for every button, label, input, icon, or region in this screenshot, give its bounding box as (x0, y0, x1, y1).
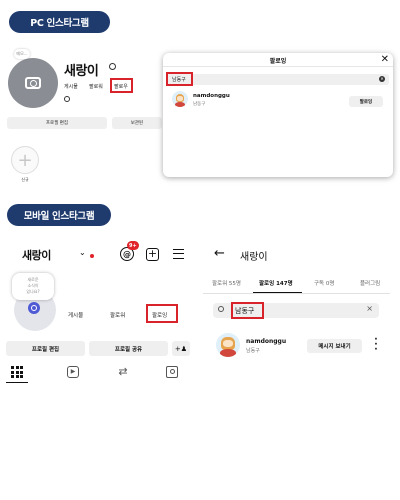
result-username[interactable]: namdonggu (246, 338, 286, 345)
profile-username[interactable]: 새랑이 (22, 247, 51, 263)
clear-icon[interactable]: × (366, 304, 373, 313)
highlight-box (146, 304, 178, 323)
stat-posts[interactable]: 게시물 (64, 83, 78, 90)
avatar[interactable] (216, 333, 240, 357)
tab-more[interactable]: 플러그림 (360, 279, 380, 287)
note-line: 있나요? (26, 289, 40, 294)
notification-dot (90, 254, 94, 258)
clear-icon[interactable]: ✕ (379, 76, 385, 82)
divider (203, 293, 390, 294)
notification-badge: 9+ (127, 241, 139, 250)
stat-followers[interactable]: 팔로워 (110, 311, 125, 319)
avatar[interactable] (172, 91, 188, 107)
camera-icon (25, 77, 41, 89)
mobile-banner: 모바일 인스타그램 (7, 204, 111, 226)
share-profile-button[interactable]: 프로필 공유 (89, 341, 168, 356)
note-bubble[interactable]: 메모... (14, 49, 30, 59)
new-highlight-button[interactable]: + (11, 146, 39, 174)
tagged-icon[interactable] (166, 366, 178, 378)
highlight-box (166, 72, 193, 86)
result-username[interactable]: namdonggu (193, 93, 230, 99)
stat-followers[interactable]: 팔로워 (89, 83, 103, 90)
avatar[interactable] (8, 58, 58, 108)
page-title: 새랑이 (240, 252, 268, 263)
send-message-button[interactable]: 메시지 보내기 (307, 339, 362, 353)
divider (163, 66, 393, 67)
more-icon[interactable]: · · · (374, 336, 378, 355)
highlight-label: 신규 (21, 177, 29, 182)
edit-profile-button[interactable]: 프로필 편집 (6, 341, 85, 356)
archive-button[interactable]: 보관된 (112, 117, 162, 129)
highlight-box (110, 78, 133, 93)
edit-profile-button[interactable]: 프로필 편집 (7, 117, 107, 129)
result-subtitle: 남동구 (246, 348, 260, 354)
profile-username: 새랑이 (64, 64, 99, 79)
following-button[interactable]: 팔로잉 (349, 96, 383, 107)
modal-title: 팔로잉 (269, 58, 287, 65)
reposts-icon[interactable]: ⇄ (117, 366, 129, 378)
stat-posts[interactable]: 게시물 (68, 311, 83, 319)
highlight-box (231, 302, 264, 319)
close-icon[interactable]: ✕ (381, 54, 389, 65)
tab-following[interactable]: 팔로잉 147명 (259, 279, 293, 287)
menu-icon[interactable] (173, 249, 184, 259)
active-tab-indicator (253, 292, 302, 293)
active-tab-indicator (6, 382, 28, 383)
tab-subscriptions[interactable]: 구독 0명 (314, 279, 334, 287)
pc-banner: PC 인스타그램 (9, 11, 110, 33)
gear-icon[interactable] (109, 63, 116, 70)
chevron-down-icon[interactable]: ⌄ (79, 248, 86, 257)
add-post-icon[interactable]: + (146, 248, 159, 261)
search-input[interactable]: 남동구 ✕ (167, 74, 389, 85)
following-modal: 팔로잉 ✕ 남동구 ✕ namdonggu 남동구 팔로잉 (163, 53, 393, 177)
reels-icon[interactable]: ▶ (67, 366, 79, 378)
grid-icon[interactable] (11, 366, 23, 378)
threads-icon[interactable] (64, 96, 70, 102)
tab-followers[interactable]: 팔로워 55명 (212, 279, 241, 287)
search-icon (218, 306, 224, 312)
add-user-icon[interactable]: +♟ (172, 341, 190, 356)
note-bubble[interactable]: 새로운 소식이 있나요? (12, 273, 54, 300)
result-subtitle: 남동구 (193, 102, 206, 107)
back-arrow-icon[interactable]: ← (214, 246, 225, 261)
camera-icon[interactable] (28, 302, 40, 314)
plus-icon: + (17, 149, 33, 171)
